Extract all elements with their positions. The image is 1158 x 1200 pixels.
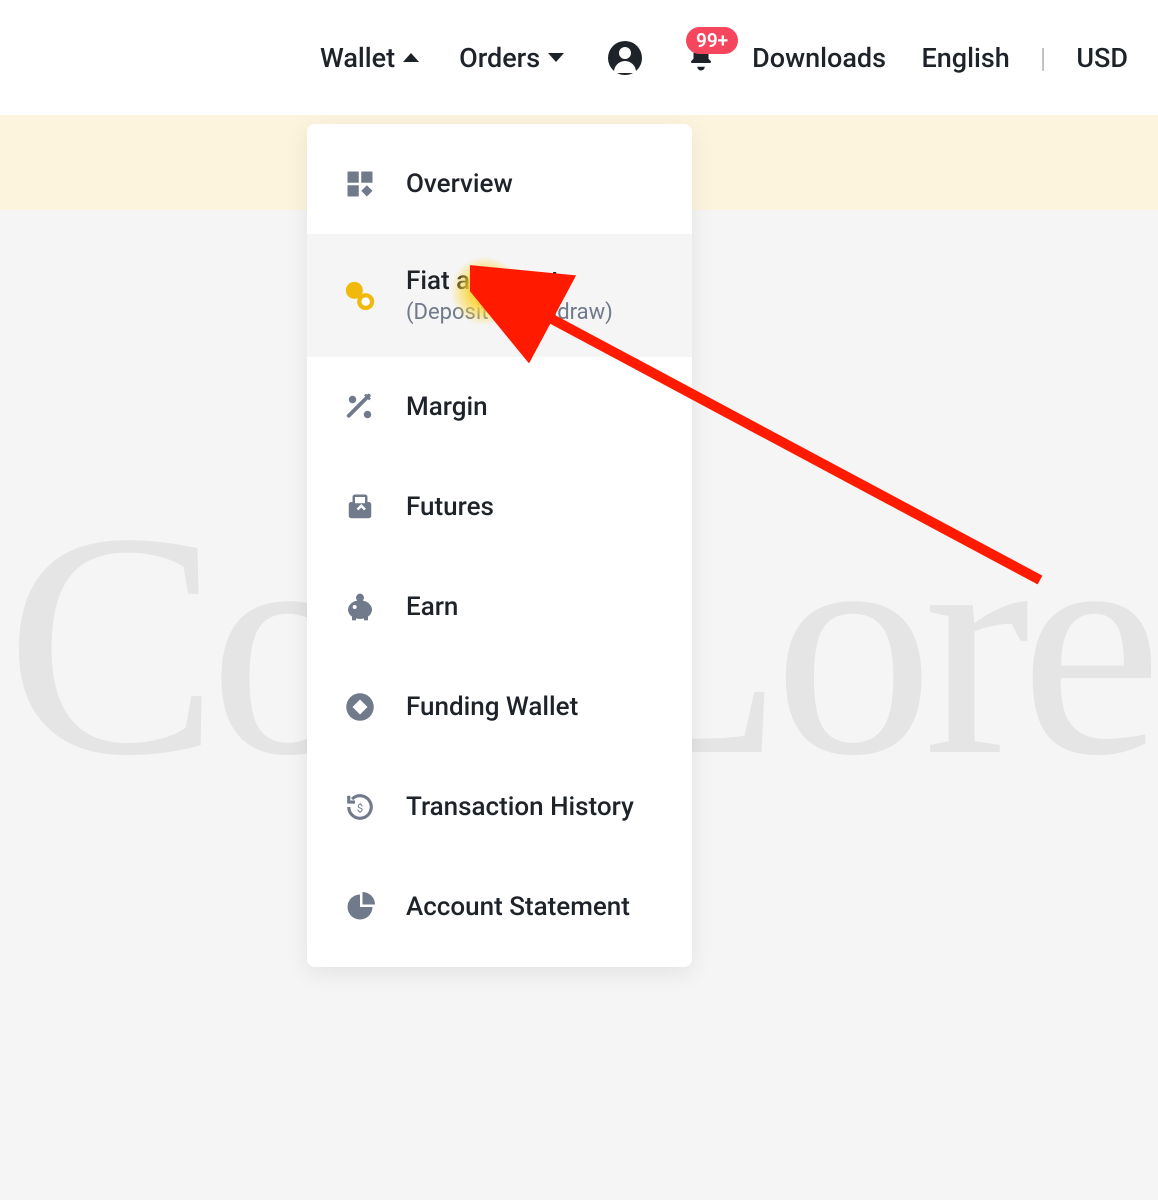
nav-downloads[interactable]: Downloads — [752, 42, 886, 74]
nav-language[interactable]: English — [922, 42, 1010, 74]
nav-orders-label: Orders — [459, 42, 540, 74]
exchange-icon — [342, 278, 378, 314]
menu-item-funding-wallet[interactable]: Funding Wallet — [307, 657, 692, 757]
menu-item-label: Transaction History — [406, 792, 634, 822]
notification-badge: 99+ — [686, 27, 738, 54]
menu-item-label: Earn — [406, 592, 458, 622]
chevron-down-icon — [548, 53, 564, 62]
piggy-bank-icon — [342, 589, 378, 625]
menu-item-label: Fiat and Spot — [406, 266, 613, 296]
menu-item-overview[interactable]: Overview — [307, 134, 692, 234]
menu-item-label: Account Statement — [406, 892, 630, 922]
separator: | — [1040, 42, 1047, 74]
svg-text:$: $ — [357, 802, 363, 815]
futures-icon — [342, 489, 378, 525]
menu-item-fiat-spot[interactable]: Fiat and Spot (Deposit & Withdraw) — [307, 234, 692, 357]
chevron-up-icon — [403, 53, 419, 62]
wallet-dropdown: Overview Fiat and Spot (Deposit & Withdr… — [307, 124, 692, 967]
menu-item-transaction-history[interactable]: $ Transaction History — [307, 757, 692, 857]
header: Wallet Orders 99+ Downloads English | US… — [0, 0, 1158, 115]
menu-item-sublabel: (Deposit & Withdraw) — [406, 300, 613, 325]
history-icon: $ — [342, 789, 378, 825]
menu-item-label: Futures — [406, 492, 494, 522]
nav-orders[interactable]: Orders — [459, 42, 564, 74]
user-icon — [608, 41, 642, 75]
menu-item-futures[interactable]: Futures — [307, 457, 692, 557]
notifications-button[interactable]: 99+ — [686, 43, 716, 73]
pie-chart-icon — [342, 889, 378, 925]
diamond-circle-icon — [342, 689, 378, 725]
grid-icon — [342, 166, 378, 202]
menu-item-margin[interactable]: Margin — [307, 357, 692, 457]
user-account-button[interactable] — [608, 41, 642, 75]
menu-item-earn[interactable]: Earn — [307, 557, 692, 657]
nav-wallet[interactable]: Wallet — [320, 42, 419, 74]
nav-currency[interactable]: USD — [1076, 42, 1128, 74]
menu-item-account-statement[interactable]: Account Statement — [307, 857, 692, 957]
nav-wallet-label: Wallet — [320, 42, 395, 74]
menu-item-label: Overview — [406, 169, 513, 199]
menu-item-label: Funding Wallet — [406, 692, 578, 722]
percent-icon — [342, 389, 378, 425]
menu-item-label: Margin — [406, 392, 488, 422]
